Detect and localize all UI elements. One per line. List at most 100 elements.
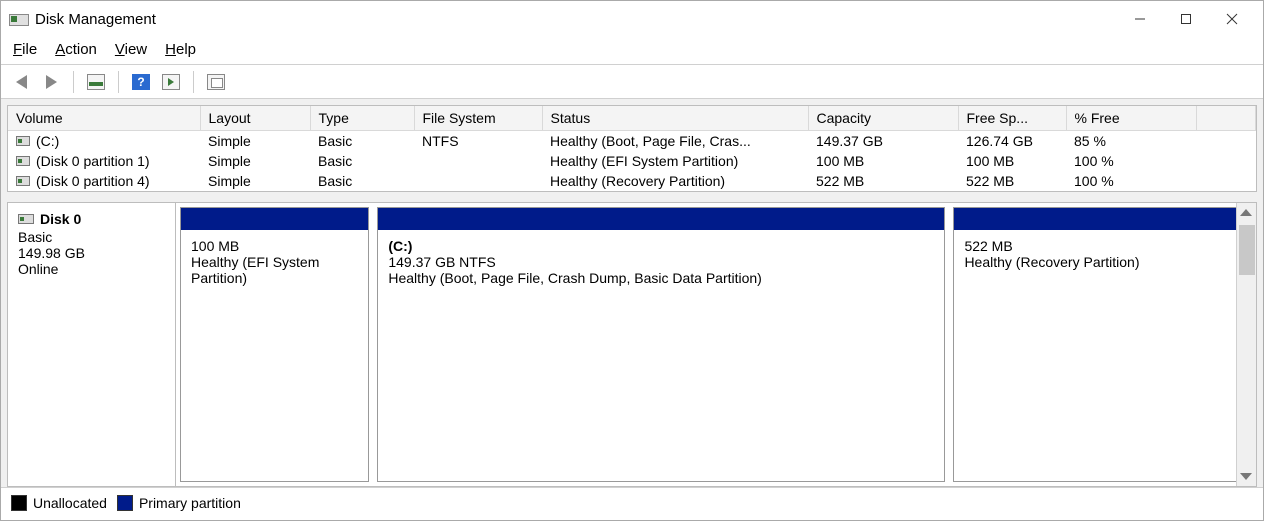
disk-name-text: Disk 0	[40, 211, 81, 227]
col-spacer	[1196, 106, 1256, 131]
maximize-button[interactable]	[1163, 3, 1209, 35]
col-status[interactable]: Status	[542, 106, 808, 131]
cell-pctfree: 85 %	[1066, 131, 1196, 152]
refresh-button[interactable]	[159, 70, 183, 94]
toolbar-separator	[193, 71, 194, 93]
menu-action-rest: ction	[65, 41, 97, 58]
menu-view[interactable]: View	[115, 41, 147, 58]
scroll-up-icon	[1240, 209, 1252, 216]
show-hide-tree-button[interactable]	[84, 70, 108, 94]
nav-forward-button[interactable]	[39, 70, 63, 94]
table-row[interactable]: (Disk 0 partition 1)SimpleBasic Healthy (…	[8, 151, 1256, 171]
cell-type: Basic	[310, 151, 414, 171]
partition-bar	[378, 208, 944, 230]
disk-type: Basic	[18, 229, 165, 245]
disk-info[interactable]: Disk 0 Basic 149.98 GB Online	[8, 203, 176, 486]
disk-state: Online	[18, 261, 165, 277]
cell-status: Healthy (EFI System Partition)	[542, 151, 808, 171]
cell-capacity: 522 MB	[808, 171, 958, 191]
col-type[interactable]: Type	[310, 106, 414, 131]
cell-volume: (Disk 0 partition 1)	[8, 151, 200, 171]
help-icon: ?	[132, 74, 150, 90]
properties-button[interactable]	[204, 70, 228, 94]
properties-icon	[207, 74, 225, 90]
cell-volume: (C:)	[8, 131, 200, 152]
partition[interactable]: 522 MBHealthy (Recovery Partition)	[953, 207, 1248, 482]
cell-layout: Simple	[200, 171, 310, 191]
cell-status: Healthy (Boot, Page File, Cras...	[542, 131, 808, 152]
cell-status: Healthy (Recovery Partition)	[542, 171, 808, 191]
menu-help-rest: elp	[176, 41, 196, 58]
table-row[interactable]: (Disk 0 partition 4)SimpleBasic Healthy (…	[8, 171, 1256, 191]
col-volume[interactable]: Volume	[8, 106, 200, 131]
cell-type: Basic	[310, 171, 414, 191]
help-button[interactable]: ?	[129, 70, 153, 94]
cell-layout: Simple	[200, 151, 310, 171]
partitions-container: 100 MBHealthy (EFI System Partition)(C:)…	[176, 203, 1236, 486]
partition-size: 149.37 GB NTFS	[388, 254, 934, 270]
col-capacity[interactable]: Capacity	[808, 106, 958, 131]
col-layout[interactable]: Layout	[200, 106, 310, 131]
cell-free: 522 MB	[958, 171, 1066, 191]
toolbar-separator	[118, 71, 119, 93]
titlebar: Disk Management	[1, 1, 1263, 37]
cell-pctfree: 100 %	[1066, 171, 1196, 191]
volume-icon	[16, 156, 30, 166]
splitter[interactable]	[7, 192, 1257, 202]
partition-size: 522 MB	[964, 238, 1237, 254]
arrow-left-icon	[16, 75, 27, 89]
partition-bar	[954, 208, 1247, 230]
toolbar-separator	[73, 71, 74, 93]
partition[interactable]: 100 MBHealthy (EFI System Partition)	[180, 207, 369, 482]
partition-body: (C:)149.37 GB NTFSHealthy (Boot, Page Fi…	[378, 230, 944, 481]
cell-capacity: 100 MB	[808, 151, 958, 171]
disk-graphical-view: Disk 0 Basic 149.98 GB Online 100 MBHeal…	[7, 202, 1257, 487]
cell-free: 100 MB	[958, 151, 1066, 171]
nav-back-button[interactable]	[9, 70, 33, 94]
legend-primary: Primary partition	[117, 495, 241, 511]
cell-volume: (Disk 0 partition 4)	[8, 171, 200, 191]
col-free[interactable]: Free Sp...	[958, 106, 1066, 131]
partition-status: Healthy (EFI System Partition)	[191, 254, 358, 286]
partition-status: Healthy (Recovery Partition)	[964, 254, 1237, 270]
menu-file[interactable]: File	[13, 41, 37, 58]
col-filesystem[interactable]: File System	[414, 106, 542, 131]
arrow-right-icon	[46, 75, 57, 89]
disk-name: Disk 0	[18, 211, 165, 227]
app-icon	[9, 11, 27, 27]
cell-capacity: 149.37 GB	[808, 131, 958, 152]
partition-name: (C:)	[388, 238, 934, 254]
scroll-down-icon	[1240, 473, 1252, 480]
legend: Unallocated Primary partition	[1, 487, 1263, 517]
window-controls	[1117, 3, 1255, 35]
minimize-button[interactable]	[1117, 3, 1163, 35]
col-pctfree[interactable]: % Free	[1066, 106, 1196, 131]
cell-fs	[414, 171, 542, 191]
play-icon	[162, 74, 180, 90]
table-row[interactable]: (C:)SimpleBasicNTFSHealthy (Boot, Page F…	[8, 131, 1256, 152]
cell-pctfree: 100 %	[1066, 151, 1196, 171]
menu-help[interactable]: Help	[165, 41, 196, 58]
partition-body: 100 MBHealthy (EFI System Partition)	[181, 230, 368, 481]
close-button[interactable]	[1209, 3, 1255, 35]
cell-fs: NTFS	[414, 131, 542, 152]
partition-bar	[181, 208, 368, 230]
scroll-thumb[interactable]	[1239, 225, 1255, 275]
content-area: Volume Layout Type File System Status Ca…	[1, 99, 1263, 487]
disk-icon	[18, 214, 34, 224]
volume-icon	[16, 136, 30, 146]
partition[interactable]: (C:)149.37 GB NTFSHealthy (Boot, Page Fi…	[377, 207, 945, 482]
vertical-scrollbar[interactable]	[1236, 203, 1256, 486]
cell-fs	[414, 151, 542, 171]
menu-action[interactable]: Action	[55, 41, 97, 58]
partition-status: Healthy (Boot, Page File, Crash Dump, Ba…	[388, 270, 934, 286]
menu-file-rest: ile	[22, 41, 37, 58]
volume-icon	[16, 176, 30, 186]
partition-body: 522 MBHealthy (Recovery Partition)	[954, 230, 1247, 481]
cell-layout: Simple	[200, 131, 310, 152]
panel-icon	[87, 74, 105, 90]
window-title: Disk Management	[35, 11, 156, 28]
disk-capacity: 149.98 GB	[18, 245, 165, 261]
volume-list: Volume Layout Type File System Status Ca…	[7, 105, 1257, 192]
legend-unallocated: Unallocated	[11, 495, 107, 511]
